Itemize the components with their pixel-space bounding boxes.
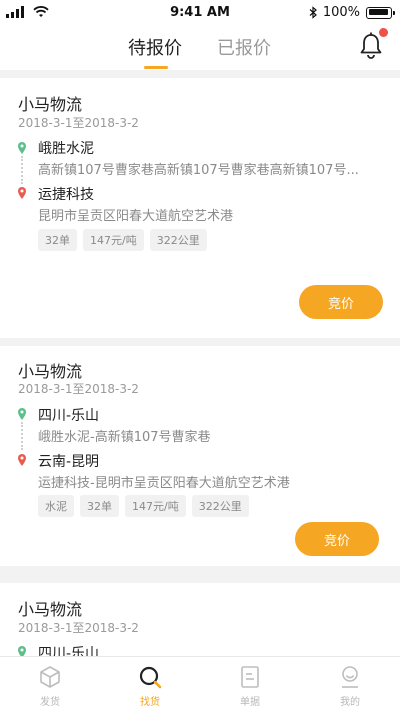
origin-title: 四川-乐山: [38, 408, 100, 424]
origin-title: 四川-乐山: [38, 646, 100, 656]
tabbar-item-documents[interactable]: 单据: [200, 657, 300, 711]
origin-title: 峨胜水泥: [38, 141, 94, 157]
status-bar: 9:41 AM 100%: [0, 0, 400, 26]
destination-title: 云南-昆明: [38, 454, 100, 470]
tabbar-item-profile[interactable]: 我的: [300, 657, 400, 711]
tabbar-label: 我的: [340, 697, 360, 708]
bottom-tab-bar: 发货 找货 单据 我的: [0, 656, 400, 711]
battery-percent: 100%: [322, 5, 360, 20]
date-range: 2018-3-1至2018-3-2: [18, 116, 139, 130]
date-range: 2018-3-1至2018-3-2: [18, 382, 139, 396]
origin-pin-icon: [18, 142, 26, 154]
tab-quoted[interactable]: 已报价: [217, 34, 271, 60]
origin-pin-icon: [18, 646, 26, 656]
cube-icon: [40, 666, 60, 688]
company-name: 小马物流: [18, 600, 83, 619]
order-card[interactable]: 小马物流 2018-3-1至2018-3-2 四川-乐山 峨胜水泥-高新镇107…: [0, 346, 400, 566]
destination-pin-icon: [18, 454, 26, 466]
origin-address: 峨胜水泥-高新镇107号曹家巷: [38, 430, 211, 445]
order-card[interactable]: 小马物流 2018-3-1至2018-3-2 四川-乐山: [0, 583, 400, 656]
origin-pin-icon: [18, 408, 26, 420]
battery-icon: [366, 6, 395, 19]
destination-title: 运捷科技: [38, 187, 94, 203]
order-card[interactable]: 小马物流 2018-3-1至2018-3-2 峨胜水泥 高新镇107号曹家巷高新…: [0, 78, 400, 282]
active-tab-indicator: [144, 66, 168, 69]
document-icon: [241, 666, 259, 688]
tabbar-item-ship[interactable]: 发货: [0, 657, 100, 711]
order-tags: 水泥 32单 147元/吨 322公里: [38, 495, 249, 517]
tag-distance: 322公里: [191, 495, 249, 517]
tag-cargo: 水泥: [38, 495, 74, 517]
tab-pending-quote[interactable]: 待报价: [128, 34, 182, 60]
profile-icon: [342, 666, 358, 688]
route-connector: [21, 156, 23, 184]
bid-button[interactable]: 竞价: [299, 285, 383, 319]
tabbar-label: 发货: [40, 697, 60, 708]
destination-address: 运捷科技-昆明市呈贡区阳春大道航空艺术港: [38, 476, 290, 491]
bluetooth-icon: [309, 6, 317, 19]
origin-address: 高新镇107号曹家巷高新镇107号曹家巷高新镇107号...: [38, 163, 359, 178]
tabbar-label: 找货: [140, 697, 160, 708]
tag-price: 147元/吨: [83, 229, 144, 251]
company-name: 小马物流: [18, 95, 83, 114]
tag-distance: 322公里: [149, 229, 207, 251]
tag-price: 147元/吨: [125, 495, 186, 517]
route-connector: [21, 422, 23, 450]
destination-address: 昆明市呈贡区阳春大道航空艺术港: [38, 209, 234, 224]
notification-badge: [379, 28, 388, 37]
date-range: 2018-3-1至2018-3-2: [18, 621, 139, 635]
tabbar-label: 单据: [240, 697, 260, 708]
destination-pin-icon: [18, 187, 26, 199]
search-icon: [139, 666, 162, 689]
tabbar-item-find-cargo[interactable]: 找货: [100, 657, 200, 711]
order-tags: 32单 147元/吨 322公里: [38, 229, 207, 251]
header: 待报价 已报价: [0, 26, 400, 70]
bid-button[interactable]: 竞价: [295, 522, 379, 556]
company-name: 小马物流: [18, 362, 83, 381]
tag-quantity: 32单: [38, 229, 77, 251]
tag-quantity: 32单: [80, 495, 119, 517]
